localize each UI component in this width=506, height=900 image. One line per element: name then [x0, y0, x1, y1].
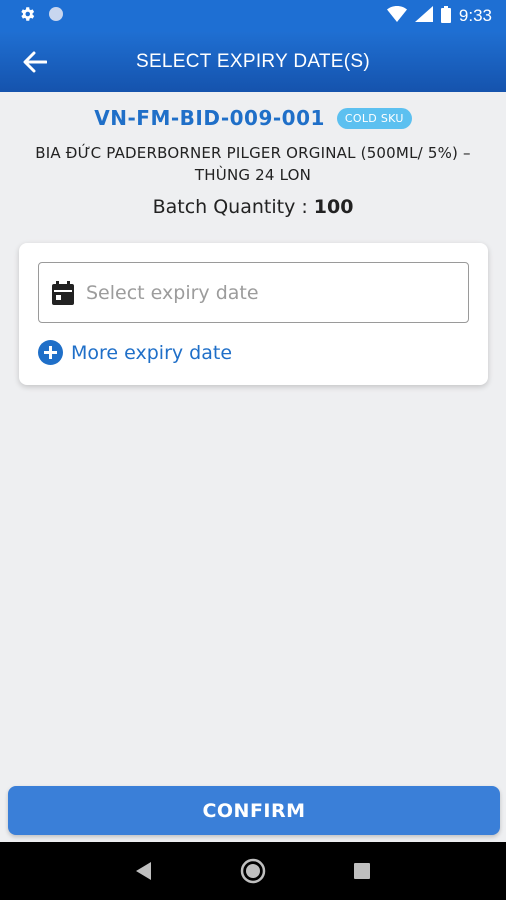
nav-recents-button[interactable] — [342, 851, 382, 891]
batch-quantity-value: 100 — [313, 196, 354, 218]
back-button[interactable] — [18, 46, 52, 78]
arrow-left-icon — [23, 51, 47, 73]
plus-circle-icon — [38, 340, 63, 365]
product-name: BIA ĐỨC PADERBORNER PILGER ORGINAL (500M… — [35, 144, 471, 184]
nav-back-button[interactable] — [124, 851, 164, 891]
cold-sku-badge: COLD SKU — [336, 107, 412, 129]
calendar-icon — [52, 280, 74, 305]
battery-icon — [440, 5, 451, 27]
expiry-card: More expiry date — [19, 243, 488, 385]
confirm-button[interactable]: CONFIRM — [8, 786, 500, 835]
page-title: SELECT EXPIRY DATE(S) — [135, 51, 371, 72]
expiry-date-input[interactable] — [86, 281, 436, 304]
gear-icon — [18, 5, 36, 27]
square-recents-icon — [353, 863, 370, 879]
triangle-back-icon — [136, 862, 152, 880]
more-expiry-date-button[interactable]: More expiry date — [38, 340, 232, 365]
wifi-icon — [386, 6, 407, 26]
status-bar: 9:33 — [0, 0, 506, 32]
circle-home-icon — [240, 858, 266, 884]
nav-home-button[interactable] — [233, 851, 273, 891]
more-expiry-date-label: More expiry date — [71, 341, 233, 364]
expiry-date-field[interactable] — [38, 262, 469, 323]
batch-quantity-label: Batch Quantity : — [152, 196, 308, 218]
status-time: 9:33 — [458, 6, 492, 25]
app-bar: SELECT EXPIRY DATE(S) — [0, 32, 506, 92]
navigation-bar — [0, 842, 506, 900]
batch-quantity: Batch Quantity : 100 — [0, 196, 506, 218]
signal-icon — [414, 6, 433, 26]
product-header: VN-FM-BID-009-001 COLD SKU BIA ĐỨC PADER… — [0, 92, 506, 218]
sku-row: VN-FM-BID-009-001 COLD SKU — [0, 106, 506, 130]
sku-code: VN-FM-BID-009-001 — [94, 106, 325, 130]
circle-icon — [48, 6, 64, 26]
